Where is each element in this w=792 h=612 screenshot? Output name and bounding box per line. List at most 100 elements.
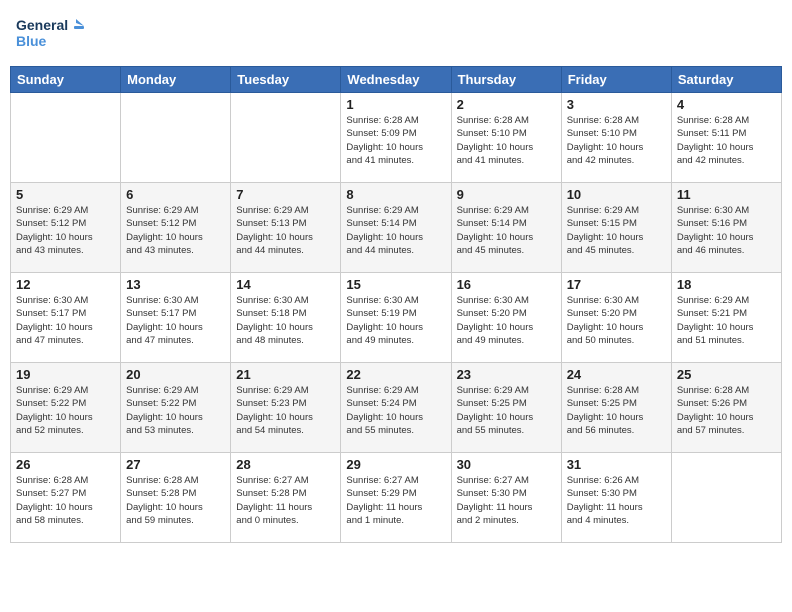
day-info: Sunrise: 6:30 AM Sunset: 5:20 PM Dayligh… — [567, 294, 666, 347]
day-info: Sunrise: 6:28 AM Sunset: 5:25 PM Dayligh… — [567, 384, 666, 437]
day-info: Sunrise: 6:29 AM Sunset: 5:25 PM Dayligh… — [457, 384, 556, 437]
calendar-cell: 21 Sunrise: 6:29 AM Sunset: 5:23 PM Dayli… — [231, 363, 341, 453]
day-number: 5 — [16, 187, 115, 202]
calendar-cell: 8 Sunrise: 6:29 AM Sunset: 5:14 PM Daylig… — [341, 183, 451, 273]
day-info: Sunrise: 6:28 AM Sunset: 5:11 PM Dayligh… — [677, 114, 776, 167]
calendar-table: SundayMondayTuesdayWednesdayThursdayFrid… — [10, 66, 782, 543]
day-info: Sunrise: 6:30 AM Sunset: 5:19 PM Dayligh… — [346, 294, 445, 347]
calendar-cell: 30 Sunrise: 6:27 AM Sunset: 5:30 PM Dayli… — [451, 453, 561, 543]
calendar-week-row: 26 Sunrise: 6:28 AM Sunset: 5:27 PM Dayli… — [11, 453, 782, 543]
calendar-cell: 17 Sunrise: 6:30 AM Sunset: 5:20 PM Dayli… — [561, 273, 671, 363]
calendar-cell: 1 Sunrise: 6:28 AM Sunset: 5:09 PM Daylig… — [341, 93, 451, 183]
day-number: 20 — [126, 367, 225, 382]
day-info: Sunrise: 6:30 AM Sunset: 5:17 PM Dayligh… — [16, 294, 115, 347]
day-info: Sunrise: 6:27 AM Sunset: 5:28 PM Dayligh… — [236, 474, 335, 527]
day-info: Sunrise: 6:29 AM Sunset: 5:14 PM Dayligh… — [457, 204, 556, 257]
calendar-cell: 25 Sunrise: 6:28 AM Sunset: 5:26 PM Dayli… — [671, 363, 781, 453]
calendar-cell: 26 Sunrise: 6:28 AM Sunset: 5:27 PM Dayli… — [11, 453, 121, 543]
day-number: 23 — [457, 367, 556, 382]
day-info: Sunrise: 6:27 AM Sunset: 5:29 PM Dayligh… — [346, 474, 445, 527]
calendar-cell: 2 Sunrise: 6:28 AM Sunset: 5:10 PM Daylig… — [451, 93, 561, 183]
logo-svg: General Blue — [16, 14, 86, 54]
day-info: Sunrise: 6:30 AM Sunset: 5:16 PM Dayligh… — [677, 204, 776, 257]
calendar-cell: 27 Sunrise: 6:28 AM Sunset: 5:28 PM Dayli… — [121, 453, 231, 543]
day-number: 25 — [677, 367, 776, 382]
calendar-cell: 3 Sunrise: 6:28 AM Sunset: 5:10 PM Daylig… — [561, 93, 671, 183]
day-number: 7 — [236, 187, 335, 202]
day-info: Sunrise: 6:29 AM Sunset: 5:22 PM Dayligh… — [16, 384, 115, 437]
calendar-week-row: 1 Sunrise: 6:28 AM Sunset: 5:09 PM Daylig… — [11, 93, 782, 183]
calendar-week-row: 5 Sunrise: 6:29 AM Sunset: 5:12 PM Daylig… — [11, 183, 782, 273]
logo: General Blue — [16, 14, 86, 54]
day-number: 26 — [16, 457, 115, 472]
day-info: Sunrise: 6:29 AM Sunset: 5:12 PM Dayligh… — [126, 204, 225, 257]
calendar-cell: 16Sunrise: 6:30 AM Sunset: 5:20 PM Dayli… — [451, 273, 561, 363]
day-info: Sunrise: 6:28 AM Sunset: 5:09 PM Dayligh… — [346, 114, 445, 167]
calendar-cell — [121, 93, 231, 183]
calendar-cell: 12 Sunrise: 6:30 AM Sunset: 5:17 PM Dayli… — [11, 273, 121, 363]
day-number: 18 — [677, 277, 776, 292]
day-info: Sunrise: 6:28 AM Sunset: 5:27 PM Dayligh… — [16, 474, 115, 527]
day-info: Sunrise: 6:29 AM Sunset: 5:24 PM Dayligh… — [346, 384, 445, 437]
day-number: 30 — [457, 457, 556, 472]
day-info: Sunrise: 6:28 AM Sunset: 5:26 PM Dayligh… — [677, 384, 776, 437]
day-info: Sunrise: 6:28 AM Sunset: 5:28 PM Dayligh… — [126, 474, 225, 527]
day-number: 28 — [236, 457, 335, 472]
day-number: 13 — [126, 277, 225, 292]
day-number: 6 — [126, 187, 225, 202]
day-info: Sunrise: 6:29 AM Sunset: 5:23 PM Dayligh… — [236, 384, 335, 437]
day-info: Sunrise: 6:29 AM Sunset: 5:15 PM Dayligh… — [567, 204, 666, 257]
svg-text:General: General — [16, 17, 68, 33]
day-info: Sunrise: 6:29 AM Sunset: 5:22 PM Dayligh… — [126, 384, 225, 437]
day-info: Sunrise: 6:29 AM Sunset: 5:21 PM Dayligh… — [677, 294, 776, 347]
day-number: 4 — [677, 97, 776, 112]
calendar-cell — [671, 453, 781, 543]
day-number: 22 — [346, 367, 445, 382]
calendar-cell: 11Sunrise: 6:30 AM Sunset: 5:16 PM Dayli… — [671, 183, 781, 273]
calendar-cell: 14 Sunrise: 6:30 AM Sunset: 5:18 PM Dayli… — [231, 273, 341, 363]
day-number: 2 — [457, 97, 556, 112]
day-number: 21 — [236, 367, 335, 382]
calendar-cell: 18 Sunrise: 6:29 AM Sunset: 5:21 PM Dayli… — [671, 273, 781, 363]
day-info: Sunrise: 6:30 AM Sunset: 5:18 PM Dayligh… — [236, 294, 335, 347]
weekday-header-cell: Friday — [561, 67, 671, 93]
calendar-cell: 22 Sunrise: 6:29 AM Sunset: 5:24 PM Dayli… — [341, 363, 451, 453]
calendar-cell: 28 Sunrise: 6:27 AM Sunset: 5:28 PM Dayli… — [231, 453, 341, 543]
calendar-cell: 6 Sunrise: 6:29 AM Sunset: 5:12 PM Daylig… — [121, 183, 231, 273]
calendar-cell: 4 Sunrise: 6:28 AM Sunset: 5:11 PM Daylig… — [671, 93, 781, 183]
day-number: 3 — [567, 97, 666, 112]
day-number: 1 — [346, 97, 445, 112]
calendar-cell: 9Sunrise: 6:29 AM Sunset: 5:14 PM Daylig… — [451, 183, 561, 273]
calendar-week-row: 19 Sunrise: 6:29 AM Sunset: 5:22 PM Dayli… — [11, 363, 782, 453]
weekday-header-cell: Sunday — [11, 67, 121, 93]
day-info: Sunrise: 6:27 AM Sunset: 5:30 PM Dayligh… — [457, 474, 556, 527]
day-info: Sunrise: 6:26 AM Sunset: 5:30 PM Dayligh… — [567, 474, 666, 527]
calendar-cell — [231, 93, 341, 183]
day-number: 10 — [567, 187, 666, 202]
calendar-cell: 24Sunrise: 6:28 AM Sunset: 5:25 PM Dayli… — [561, 363, 671, 453]
day-number: 12 — [16, 277, 115, 292]
day-number: 17 — [567, 277, 666, 292]
calendar-body: 1 Sunrise: 6:28 AM Sunset: 5:09 PM Daylig… — [11, 93, 782, 543]
calendar-cell: 13 Sunrise: 6:30 AM Sunset: 5:17 PM Dayli… — [121, 273, 231, 363]
calendar-cell: 31Sunrise: 6:26 AM Sunset: 5:30 PM Dayli… — [561, 453, 671, 543]
weekday-header-cell: Tuesday — [231, 67, 341, 93]
calendar-cell: 29Sunrise: 6:27 AM Sunset: 5:29 PM Dayli… — [341, 453, 451, 543]
day-info: Sunrise: 6:28 AM Sunset: 5:10 PM Dayligh… — [457, 114, 556, 167]
day-info: Sunrise: 6:28 AM Sunset: 5:10 PM Dayligh… — [567, 114, 666, 167]
calendar-cell: 19 Sunrise: 6:29 AM Sunset: 5:22 PM Dayli… — [11, 363, 121, 453]
day-number: 27 — [126, 457, 225, 472]
day-number: 8 — [346, 187, 445, 202]
weekday-header-cell: Saturday — [671, 67, 781, 93]
svg-text:Blue: Blue — [16, 33, 47, 49]
day-info: Sunrise: 6:29 AM Sunset: 5:13 PM Dayligh… — [236, 204, 335, 257]
calendar-cell: 20 Sunrise: 6:29 AM Sunset: 5:22 PM Dayli… — [121, 363, 231, 453]
weekday-header-cell: Wednesday — [341, 67, 451, 93]
day-info: Sunrise: 6:29 AM Sunset: 5:14 PM Dayligh… — [346, 204, 445, 257]
calendar-cell: 5Sunrise: 6:29 AM Sunset: 5:12 PM Daylig… — [11, 183, 121, 273]
day-number: 14 — [236, 277, 335, 292]
day-number: 19 — [16, 367, 115, 382]
day-info: Sunrise: 6:30 AM Sunset: 5:17 PM Dayligh… — [126, 294, 225, 347]
calendar-week-row: 12 Sunrise: 6:30 AM Sunset: 5:17 PM Dayli… — [11, 273, 782, 363]
weekday-header-row: SundayMondayTuesdayWednesdayThursdayFrid… — [11, 67, 782, 93]
